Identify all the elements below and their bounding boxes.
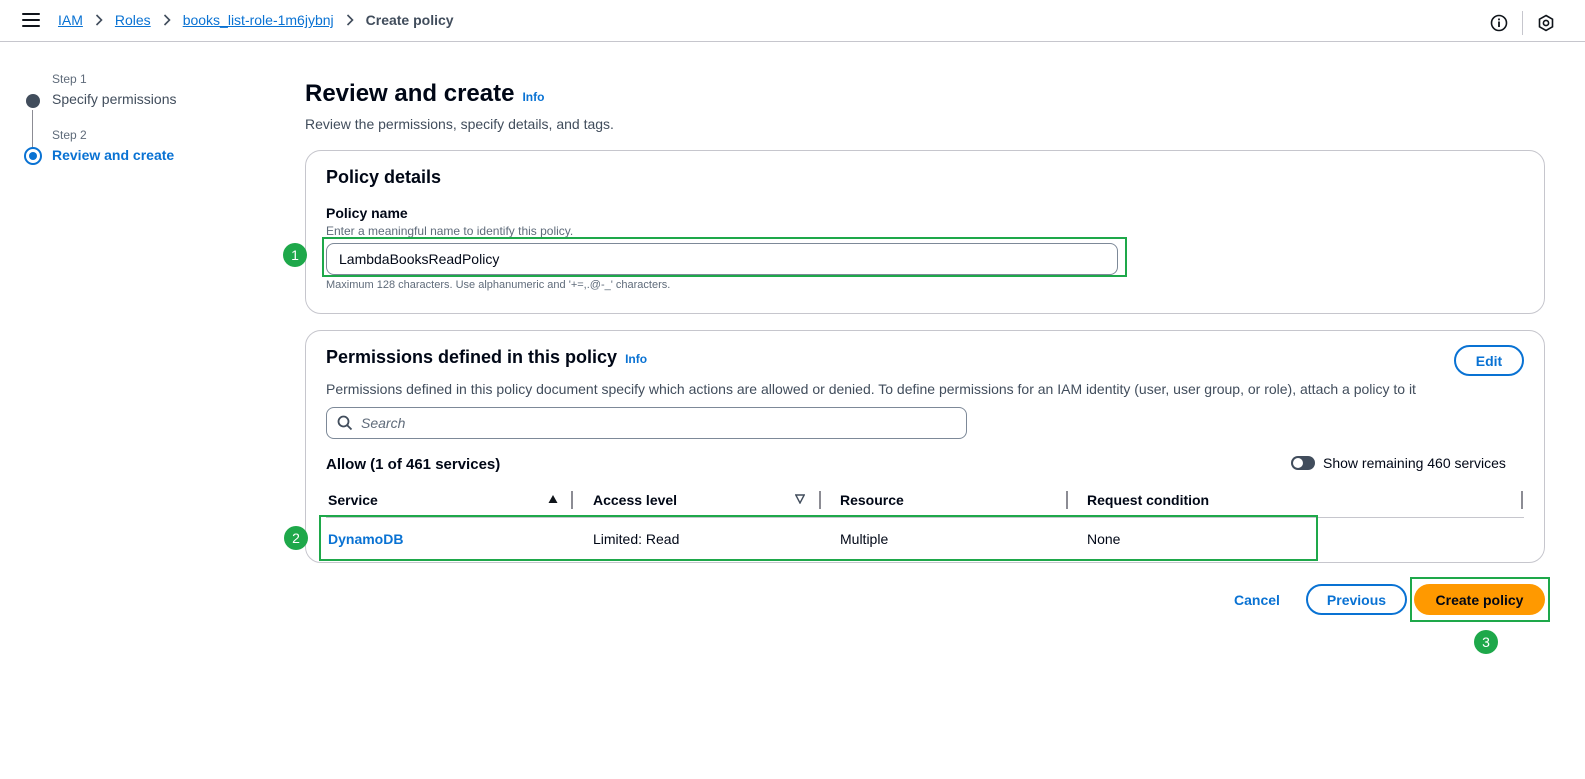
divider	[1522, 11, 1523, 35]
permissions-description: Permissions defined in this policy docum…	[326, 381, 1416, 397]
step-2-title: Review and create	[52, 147, 175, 163]
column-header-service[interactable]: Service	[328, 492, 378, 508]
info-icon[interactable]	[1490, 14, 1508, 32]
permissions-info-link[interactable]: Info	[625, 352, 647, 366]
policy-details-title: Policy details	[326, 167, 442, 187]
step-1-label: Step 1	[52, 72, 87, 86]
column-resizer[interactable]	[571, 491, 573, 509]
column-header-resource: Resource	[840, 492, 904, 508]
allow-heading: Allow (1 of 461 services)	[326, 456, 501, 473]
cancel-button[interactable]: Cancel	[1234, 592, 1280, 608]
toggle-label: Show remaining 460 services	[1323, 455, 1506, 471]
breadcrumb-current: Create policy	[365, 12, 454, 28]
chevron-right-icon	[346, 14, 354, 26]
breadcrumb-role-name[interactable]: books_list-role-1m6jybnj	[183, 12, 334, 28]
show-remaining-toggle[interactable]	[1291, 456, 1315, 470]
breadcrumb-roles[interactable]: Roles	[115, 12, 151, 28]
chevron-right-icon	[95, 14, 103, 26]
search-icon	[337, 415, 353, 431]
policy-name-description: Enter a meaningful name to identify this…	[326, 224, 574, 238]
permissions-title: Permissions defined in this policy	[326, 347, 618, 367]
top-icons	[1490, 11, 1555, 35]
breadcrumb: IAM Roles books_list-role-1m6jybnj Creat…	[58, 12, 454, 28]
step-2-label: Step 2	[52, 128, 87, 142]
step-2-dot	[24, 147, 42, 165]
policy-name-label: Policy name	[326, 205, 408, 221]
policy-name-constraint: Maximum 128 characters. Use alphanumeric…	[326, 279, 671, 291]
step-1-dot	[26, 94, 40, 108]
policy-details-card: Policy details Policy name Enter a meani…	[305, 150, 1545, 314]
column-header-access-level[interactable]: Access level	[593, 492, 677, 508]
page-header: Review and create Info Review the permis…	[305, 80, 1545, 132]
sort-descending-icon[interactable]	[795, 494, 805, 504]
page-title: Review and create	[305, 80, 515, 107]
top-navigation-bar: IAM Roles books_list-role-1m6jybnj Creat…	[0, 0, 1585, 42]
column-resizer[interactable]	[1066, 491, 1068, 509]
edit-button[interactable]: Edit	[1454, 345, 1524, 376]
page-description: Review the permissions, specify details,…	[305, 116, 614, 132]
column-resizer[interactable]	[819, 491, 821, 509]
breadcrumb-iam[interactable]: IAM	[58, 12, 83, 28]
highlight-service-row	[319, 515, 1318, 561]
menu-icon[interactable]	[22, 13, 40, 29]
highlight-create-button	[1410, 577, 1550, 622]
search-input[interactable]: Search	[326, 407, 967, 439]
step-connector	[32, 110, 33, 150]
search-placeholder: Search	[361, 415, 406, 431]
step-1-title[interactable]: Specify permissions	[52, 91, 177, 107]
annotation-badge-3: 3	[1474, 630, 1498, 654]
annotation-badge-2: 2	[284, 526, 308, 550]
column-header-request-condition: Request condition	[1087, 492, 1210, 508]
chevron-right-icon	[163, 14, 171, 26]
info-link[interactable]: Info	[522, 90, 544, 104]
settings-icon[interactable]	[1537, 14, 1555, 32]
highlight-policy-name	[322, 237, 1127, 277]
previous-button[interactable]: Previous	[1306, 584, 1407, 615]
column-resizer[interactable]	[1521, 491, 1523, 509]
annotation-badge-1: 1	[283, 243, 307, 267]
sort-ascending-icon[interactable]	[548, 494, 558, 504]
